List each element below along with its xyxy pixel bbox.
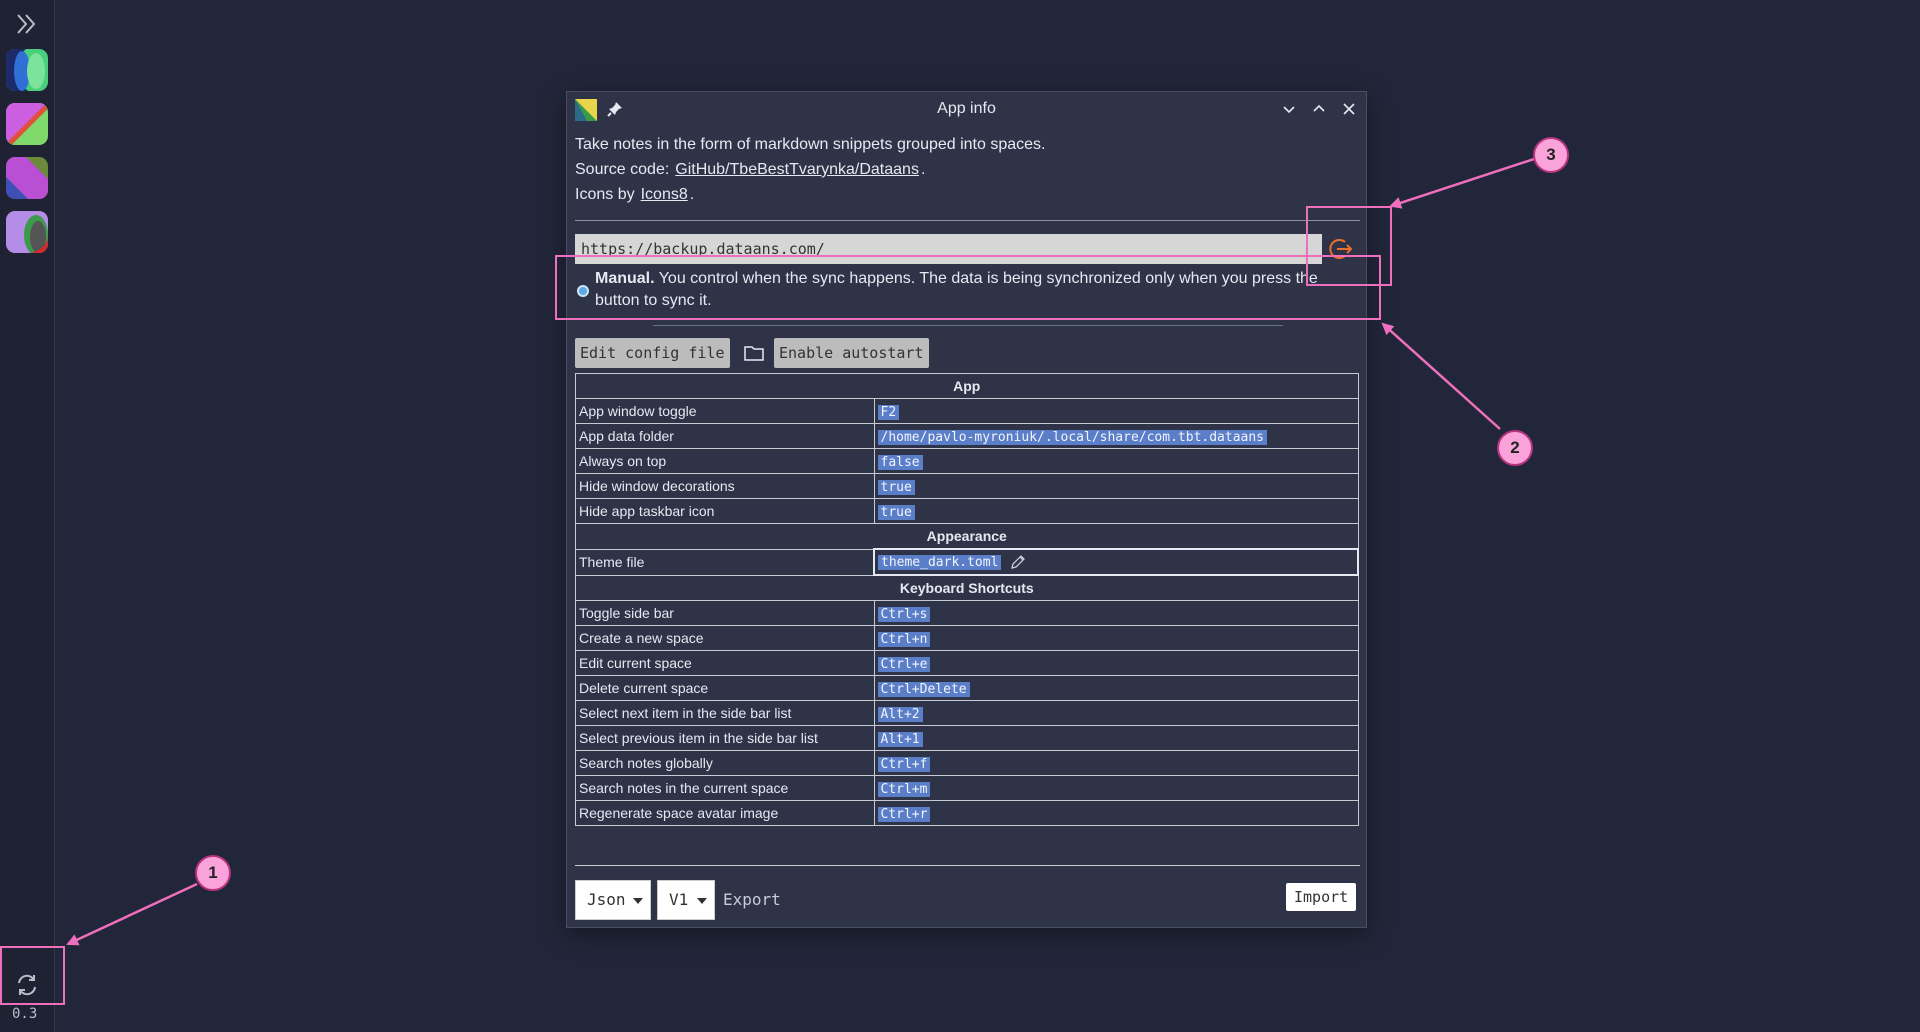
arrow-3 xyxy=(1389,157,1535,209)
annotation-marker-2: 2 xyxy=(1497,430,1533,466)
annotation-marker-1: 1 xyxy=(195,855,231,891)
annotation-arrows xyxy=(66,157,1535,946)
arrow-1 xyxy=(66,882,198,946)
arrow-2 xyxy=(1381,322,1501,430)
annotation-marker-3: 3 xyxy=(1533,137,1569,173)
